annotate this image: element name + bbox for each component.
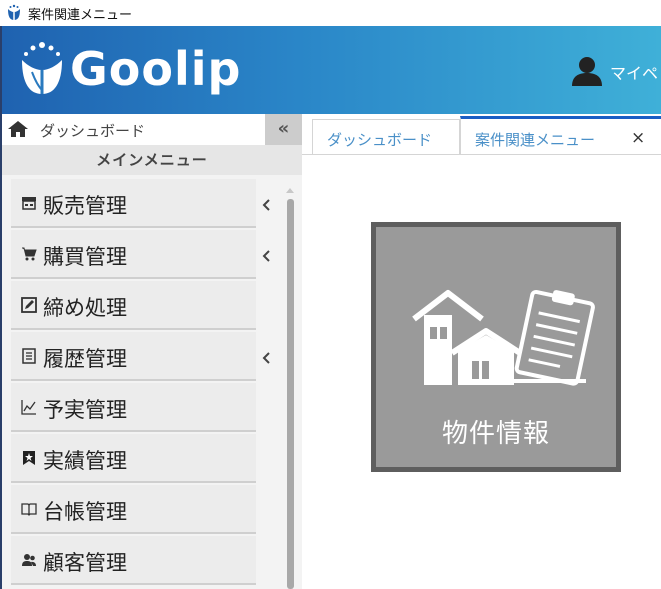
user-icon xyxy=(572,57,602,86)
scrollbar-thumb[interactable] xyxy=(287,199,294,589)
tab-bar: ダッシュボード 案件関連メニュー × xyxy=(302,114,661,155)
window-titlebar: 案件関連メニュー xyxy=(0,0,661,26)
tulip-logo-icon xyxy=(22,42,62,94)
goolip-tulip-icon xyxy=(8,4,20,20)
sidebar-item-label: 実績管理 xyxy=(43,449,127,473)
sidebar-collapse-button[interactable]: « xyxy=(265,114,302,145)
sidebar: ダッシュボード « メインメニュー 販売管理 購買管理 締め処理 履歴管理 予実… xyxy=(2,114,302,589)
sidebar-item-forecast[interactable]: 予実管理 xyxy=(11,383,256,432)
sidebar-item-customers[interactable]: 顧客管理 xyxy=(11,536,256,585)
sidebar-item-label: 履歴管理 xyxy=(43,347,127,371)
house-clipboard-icon xyxy=(412,289,595,386)
main-menu-header: メインメニュー xyxy=(2,145,302,175)
sidebar-item-label: 顧客管理 xyxy=(43,551,127,575)
mypage-label: マイペ xyxy=(610,64,659,83)
sidebar-item-label: 購買管理 xyxy=(43,245,127,269)
users-icon xyxy=(22,554,36,566)
sidebar-item-sales[interactable]: 販売管理 xyxy=(11,179,256,228)
app-logo-text: Goolip xyxy=(70,42,242,96)
tab-label: ダッシュボード xyxy=(327,131,433,149)
chevron-left-icon[interactable] xyxy=(261,198,273,212)
list-icon xyxy=(22,348,36,364)
tile-label: 物件情報 xyxy=(441,419,550,449)
home-icon xyxy=(8,121,28,137)
dashboard-label: ダッシュボード xyxy=(40,122,146,140)
book-icon xyxy=(21,503,37,516)
property-info-tile[interactable]: 物件情報 xyxy=(371,222,621,472)
tab-case-menu[interactable]: 案件関連メニュー × xyxy=(460,116,661,155)
scroll-up-arrow-icon[interactable] xyxy=(284,185,296,195)
edit-box-icon xyxy=(21,297,37,313)
sidebar-item-label: 予実管理 xyxy=(43,398,127,422)
main-content: 物件情報 xyxy=(302,155,661,589)
sidebar-scrollbar[interactable] xyxy=(284,185,296,589)
tab-dashboard[interactable]: ダッシュボード xyxy=(312,119,460,155)
sidebar-item-label: 台帳管理 xyxy=(43,500,127,524)
tab-label: 案件関連メニュー xyxy=(475,131,596,149)
sidebar-item-label: 締め処理 xyxy=(43,296,127,320)
sidebar-item-label: 販売管理 xyxy=(43,194,127,218)
sidebar-item-purchase[interactable]: 購買管理 xyxy=(11,230,256,279)
sidebar-item-ledger[interactable]: 台帳管理 xyxy=(11,485,256,534)
close-icon[interactable]: × xyxy=(631,128,645,148)
chart-line-icon xyxy=(21,400,36,415)
main-menu: 販売管理 購買管理 締め処理 履歴管理 予実管理 実績管理 台帳管理 顧客管理 xyxy=(2,175,302,589)
chevron-left-icon[interactable] xyxy=(261,351,273,365)
chevron-left-icon[interactable] xyxy=(261,249,273,263)
window-title: 案件関連メニュー xyxy=(28,8,133,23)
star-bookmark-icon xyxy=(23,451,35,465)
store-icon xyxy=(22,197,36,210)
cart-icon xyxy=(22,247,37,261)
sidebar-item-history[interactable]: 履歴管理 xyxy=(11,332,256,381)
sidebar-item-results[interactable]: 実績管理 xyxy=(11,434,256,483)
sidebar-item-closing[interactable]: 締め処理 xyxy=(11,281,256,330)
app-header: Goolip マイペ xyxy=(2,26,661,114)
sidebar-dashboard-link[interactable]: ダッシュボード xyxy=(2,114,265,145)
